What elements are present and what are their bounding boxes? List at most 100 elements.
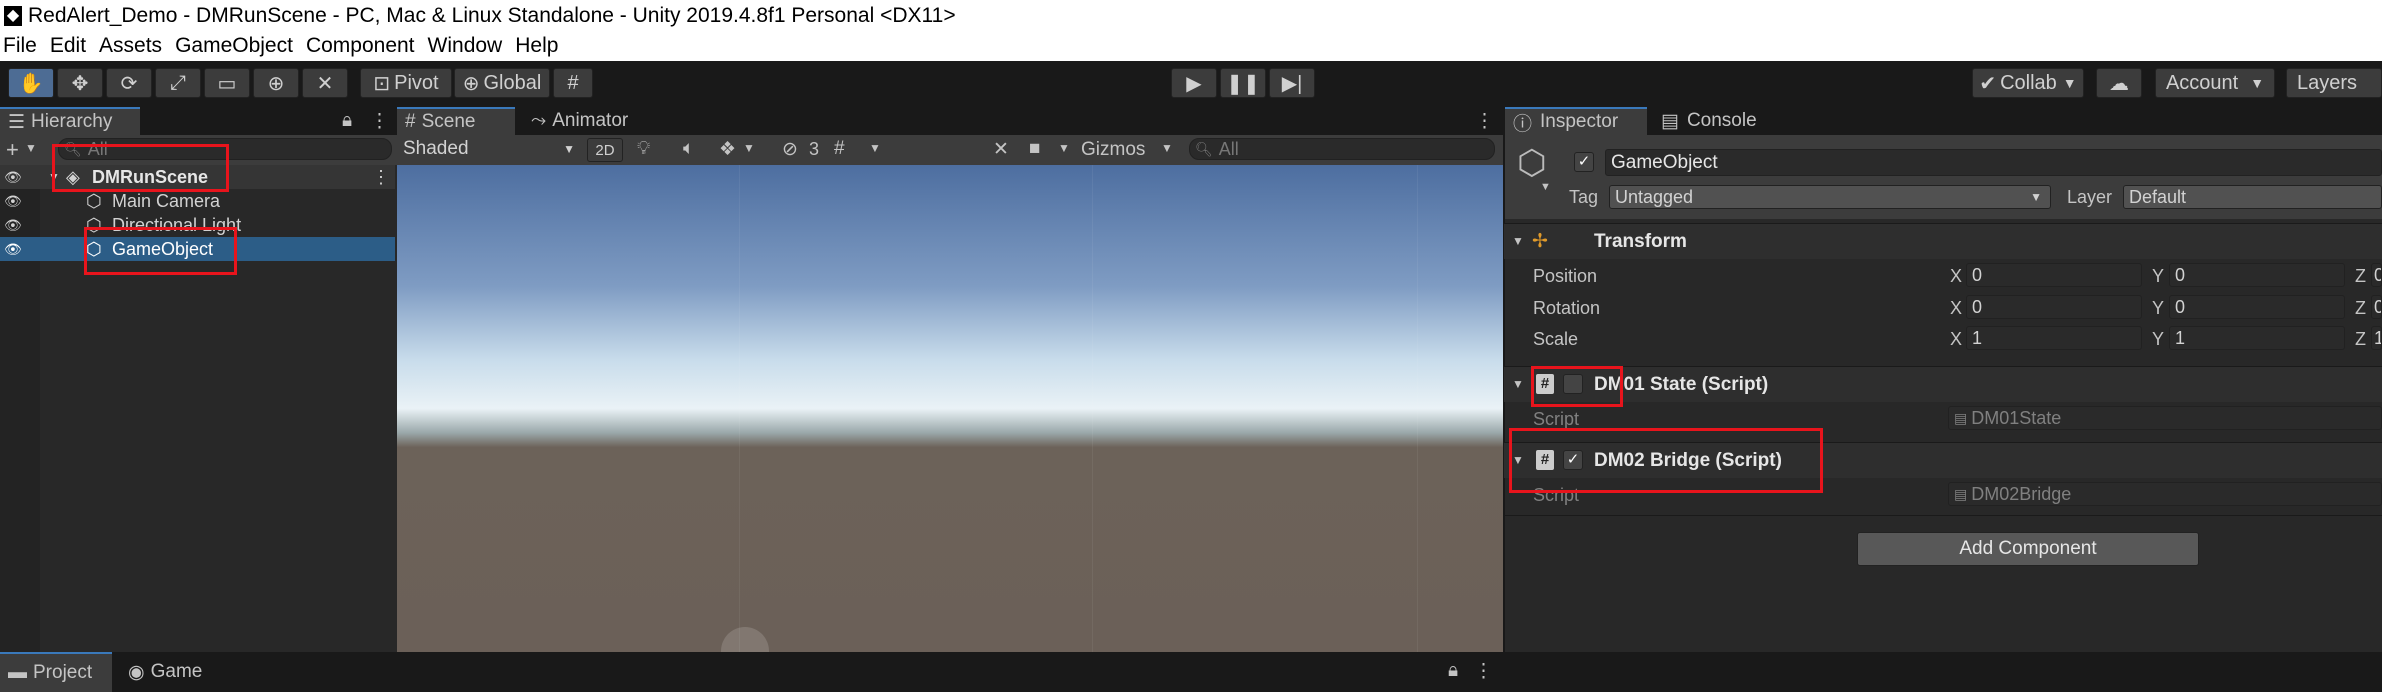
component-header[interactable]: ▼ # DM01 State (Script): [1504, 366, 2382, 402]
hierarchy-icon: ☰: [8, 111, 26, 133]
chevron-down-icon[interactable]: ▼: [743, 141, 755, 155]
menu-assets[interactable]: Assets: [99, 34, 162, 58]
window-title: RedAlert_Demo - DMRunScene - PC, Mac & L…: [28, 3, 956, 27]
visibility-icon[interactable]: 👁︎: [4, 241, 22, 258]
scene-tabbar: # Scene ⤳ Animator ⋮: [397, 107, 1503, 135]
rotation-x-field[interactable]: 0: [1966, 295, 2142, 319]
menu-file[interactable]: File: [3, 34, 37, 58]
visibility-icon[interactable]: 👁︎: [4, 193, 22, 210]
list-item[interactable]: 👁︎ ⬡ Main Camera: [0, 189, 395, 213]
hand-tool-button[interactable]: ✋: [8, 68, 54, 98]
account-dropdown[interactable]: Account ▼: [2155, 68, 2275, 98]
rotation-z-value: 0: [2374, 297, 2381, 318]
add-component-button[interactable]: Add Component: [1857, 532, 2199, 566]
grid-icon: #: [405, 111, 416, 132]
pivot-icon: ⊡: [373, 72, 391, 95]
scene-viewport[interactable]: [397, 165, 1503, 652]
more-icon[interactable]: ⋮: [370, 110, 389, 133]
global-toggle[interactable]: ⊕ Global: [454, 68, 550, 98]
tab-project[interactable]: ▬ Project: [0, 652, 112, 692]
scale-x-field[interactable]: 1: [1966, 326, 2142, 350]
lock-icon[interactable]: 🔒︎: [1448, 660, 1458, 682]
rotate-tool-button[interactable]: ⟳: [106, 68, 152, 98]
play-icon: ▶: [1186, 72, 1202, 95]
chevron-down-icon[interactable]: ▼: [25, 141, 37, 155]
menu-edit[interactable]: Edit: [50, 34, 86, 58]
tab-game[interactable]: ◉ Game: [120, 652, 240, 692]
more-icon[interactable]: ⋮: [1475, 110, 1494, 133]
chevron-down-icon[interactable]: ▼: [1161, 141, 1173, 155]
position-y-field[interactable]: 0: [2169, 263, 2345, 287]
rotation-y-field[interactable]: 0: [2169, 295, 2345, 319]
shading-dropdown[interactable]: Shaded ▼: [403, 138, 579, 162]
chevron-down-icon[interactable]: ▼: [869, 141, 881, 155]
grid-line: [1092, 165, 1093, 652]
transform-header[interactable]: ▼ ✢ Transform: [1504, 223, 2382, 259]
collab-dropdown[interactable]: ✔ Collab ▼: [1972, 68, 2084, 98]
2d-toggle[interactable]: 2D: [587, 138, 623, 162]
cloud-button[interactable]: ☁: [2096, 68, 2142, 98]
scale-z-field[interactable]: 1: [2371, 326, 2382, 350]
visibility-icon[interactable]: 👁︎: [4, 169, 22, 186]
rect-tool-button[interactable]: ▭: [204, 68, 250, 98]
tab-animator[interactable]: ⤳ Animator: [523, 107, 663, 135]
pause-button[interactable]: ❚❚: [1220, 68, 1266, 98]
tab-inspector[interactable]: ⓘ Inspector: [1505, 107, 1647, 135]
menu-component[interactable]: Component: [306, 34, 415, 58]
chevron-down-icon[interactable]: ▼: [1058, 141, 1070, 155]
expand-arrow-icon[interactable]: ▼: [1512, 377, 1524, 391]
chevron-down-icon[interactable]: ▼: [1540, 181, 1551, 193]
position-z-field[interactable]: 0: [2371, 263, 2382, 287]
script-file-icon: ▤: [1954, 409, 1968, 426]
custom-tool-button[interactable]: ✕: [302, 68, 348, 98]
gizmos-button[interactable]: Gizmos: [1081, 139, 1145, 161]
tab-scene[interactable]: # Scene: [397, 107, 515, 135]
move-tool-button[interactable]: ✥: [57, 68, 103, 98]
transform-body: Position X 0 Y 0 Z 0 Rotation X 0 Y 0 Z …: [1505, 262, 2382, 356]
play-button[interactable]: ▶: [1171, 68, 1217, 98]
menu-gameobject[interactable]: GameObject: [175, 34, 293, 58]
scale-y-field[interactable]: 1: [2169, 326, 2345, 350]
active-checkbox[interactable]: ✓: [1574, 152, 1594, 172]
script-value: DM01State: [1971, 407, 2062, 428]
transform-icon: ✢: [1532, 231, 1548, 252]
layer-dropdown[interactable]: Default: [2123, 185, 2382, 209]
scale-tool-button[interactable]: ⤢: [155, 68, 201, 98]
highlight-box-dm02: [1509, 428, 1823, 493]
script-field[interactable]: ▤ DM01State: [1948, 406, 2382, 430]
grid-icon[interactable]: #: [834, 138, 845, 160]
scene-search-input[interactable]: 🔍︎ All: [1189, 138, 1495, 160]
script-field[interactable]: ▤ DM02Bridge: [1948, 482, 2382, 506]
menu-window[interactable]: Window: [428, 34, 503, 58]
tag-dropdown[interactable]: Untagged ▼: [1609, 185, 2051, 209]
snap-button[interactable]: #: [553, 68, 593, 98]
step-button[interactable]: ▶|: [1269, 68, 1315, 98]
info-icon: ⓘ: [1513, 113, 1533, 135]
audio-icon[interactable]: 🔈︎: [683, 138, 694, 160]
rotation-z-field[interactable]: 0: [2371, 295, 2382, 319]
transform-tool-button[interactable]: ⊕: [253, 68, 299, 98]
tab-hierarchy[interactable]: ☰ Hierarchy: [0, 107, 140, 135]
tools-icon[interactable]: ✕: [993, 138, 1009, 161]
rotation-y-value: 0: [2175, 296, 2186, 317]
position-x-field[interactable]: 0: [1966, 263, 2142, 287]
effects-icon[interactable]: ❖: [719, 138, 736, 161]
layers-dropdown[interactable]: Layers: [2286, 68, 2382, 98]
hidden-objects-icon[interactable]: ⊘: [782, 138, 798, 161]
chevron-down-icon: ▼: [2250, 75, 2265, 91]
create-plus-icon[interactable]: +: [6, 137, 19, 163]
pivot-toggle[interactable]: ⊡ Pivot: [360, 68, 452, 98]
menu-help[interactable]: Help: [515, 34, 558, 58]
camera-icon[interactable]: ■: [1029, 138, 1040, 160]
more-icon[interactable]: ⋮: [1474, 660, 1493, 683]
folder-icon: ▬: [8, 662, 27, 683]
highlight-box-search: [52, 144, 229, 192]
lighting-icon[interactable]: 💡︎: [637, 138, 650, 160]
collab-label: Collab: [2000, 71, 2057, 94]
lock-icon[interactable]: 🔒︎: [342, 110, 352, 132]
object-name-field[interactable]: GameObject: [1605, 149, 2382, 176]
visibility-icon[interactable]: 👁︎: [4, 217, 22, 234]
expand-arrow-icon[interactable]: ▼: [1512, 234, 1524, 248]
tab-console[interactable]: ▤ Console: [1653, 107, 1793, 135]
more-icon[interactable]: ⋮: [372, 167, 390, 188]
